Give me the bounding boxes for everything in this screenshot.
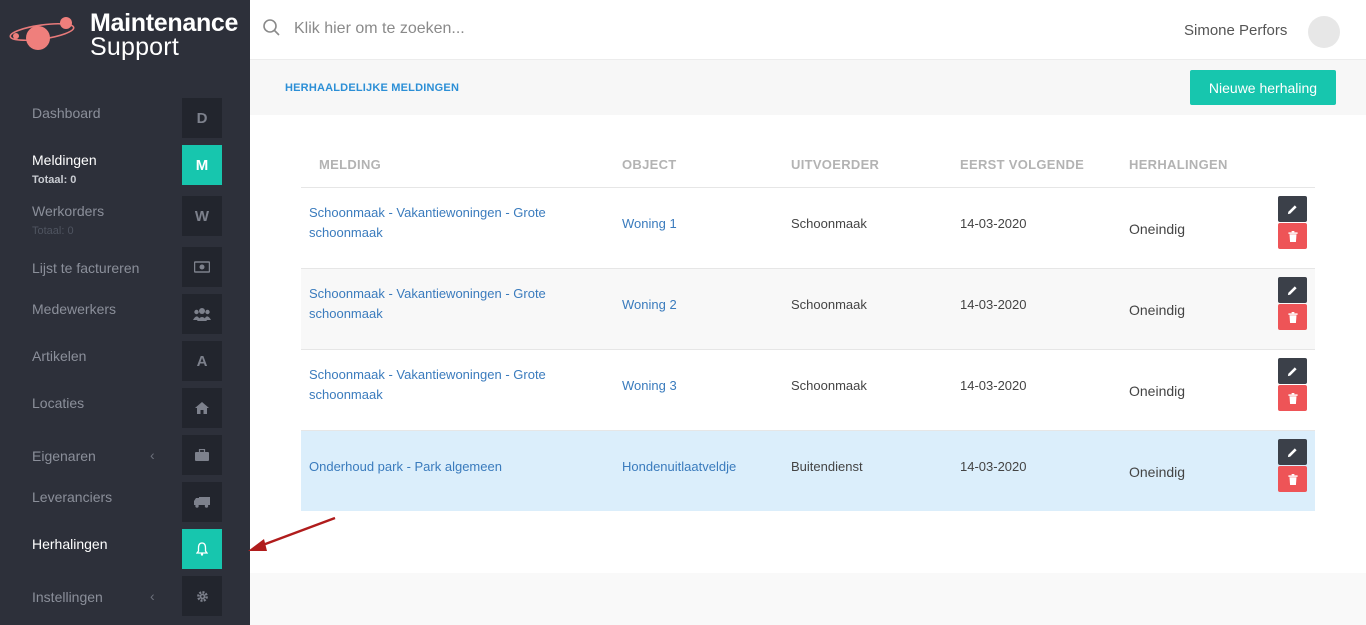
sidebar-item-label: Herhalingen xyxy=(32,536,108,552)
search-input[interactable] xyxy=(294,16,814,42)
logo-icon xyxy=(9,17,75,50)
pencil-icon xyxy=(1287,285,1297,295)
sidebar-item-leveranciers[interactable]: Leveranciers xyxy=(0,480,250,524)
pencil-icon xyxy=(1287,366,1297,376)
sidebar-item-meldingen[interactable]: Meldingen Totaal: 0 M xyxy=(0,143,250,187)
object-link[interactable]: Woning 1 xyxy=(622,216,677,231)
chevron-left-icon: ‹ xyxy=(150,588,155,604)
sidebar-item-label: Eigenaren xyxy=(32,448,96,464)
uitvoerder-value: Schoonmaak xyxy=(791,216,867,231)
object-link[interactable]: Woning 2 xyxy=(622,297,677,312)
column-header-melding[interactable]: MELDING xyxy=(319,157,381,172)
melding-link[interactable]: Schoonmaak - Vakantiewoningen - Grote xyxy=(309,367,546,382)
uitvoerder-value: Schoonmaak xyxy=(791,297,867,312)
annotation-arrow-icon xyxy=(248,516,336,551)
edit-button[interactable] xyxy=(1278,277,1307,303)
page-header: HERHAALDELIJKE MELDINGEN Nieuwe herhalin… xyxy=(250,60,1366,115)
melding-link-continued[interactable]: schoonmaak xyxy=(309,225,383,240)
pencil-icon xyxy=(1287,447,1297,457)
sidebar: Maintenance Support Dashboard D Meldinge… xyxy=(0,0,250,625)
briefcase-icon xyxy=(182,435,222,475)
delete-button[interactable] xyxy=(1278,466,1307,492)
sidebar-item-instellingen[interactable]: Instellingen ‹ xyxy=(0,574,250,618)
herhalingen-value: Oneindig xyxy=(1129,383,1186,399)
meldingen-letter-icon: M xyxy=(182,145,222,185)
sidebar-item-count: Totaal: 0 xyxy=(32,225,74,237)
sidebar-item-label: Leveranciers xyxy=(32,489,113,505)
melding-link[interactable]: Onderhoud park - Park algemeen xyxy=(309,459,502,474)
edit-button[interactable] xyxy=(1278,196,1307,222)
table-row: Schoonmaak - Vakantiewoningen - Grote sc… xyxy=(301,187,1315,268)
users-icon xyxy=(182,294,222,334)
artikelen-letter-icon: A xyxy=(182,341,222,381)
user-name[interactable]: Simone Perfors xyxy=(1184,22,1287,39)
object-link[interactable]: Hondenuitlaatveldje xyxy=(622,459,736,474)
home-icon xyxy=(182,388,222,428)
herhalingen-value: Oneindig xyxy=(1129,221,1186,237)
trash-icon xyxy=(1287,392,1298,404)
uitvoerder-value: Buitendienst xyxy=(791,459,863,474)
date-value: 14-03-2020 xyxy=(960,297,1027,312)
gear-icon xyxy=(182,576,222,616)
object-link[interactable]: Woning 3 xyxy=(622,378,677,393)
delete-button[interactable] xyxy=(1278,385,1307,411)
sidebar-item-werkorders[interactable]: Werkorders Totaal: 0 W xyxy=(0,194,250,238)
table-row: Schoonmaak - Vakantiewoningen - Grote sc… xyxy=(301,268,1315,349)
logo-subtitle: Support xyxy=(90,33,179,61)
sidebar-item-label: Werkorders xyxy=(32,203,105,219)
herhalingen-value: Oneindig xyxy=(1129,464,1186,480)
column-header-eerst-volgende[interactable]: EERST VOLGENDE xyxy=(960,157,1084,172)
date-value: 14-03-2020 xyxy=(960,216,1027,231)
herhalingen-value: Oneindig xyxy=(1129,302,1186,318)
trash-icon xyxy=(1287,311,1298,323)
table-row-selected: Onderhoud park - Park algemeen Hondenuit… xyxy=(301,430,1315,511)
trash-icon xyxy=(1287,473,1298,485)
top-bar: Simone Perfors xyxy=(250,0,1366,60)
page-title: HERHAALDELIJKE MELDINGEN xyxy=(285,82,460,94)
table-row: Schoonmaak - Vakantiewoningen - Grote sc… xyxy=(301,349,1315,430)
edit-button[interactable] xyxy=(1278,439,1307,465)
pencil-icon xyxy=(1287,204,1297,214)
column-header-herhalingen[interactable]: HERHALINGEN xyxy=(1129,157,1228,172)
sidebar-item-label: Lijst te factureren xyxy=(32,260,140,276)
bell-icon xyxy=(182,529,222,569)
column-header-object[interactable]: OBJECT xyxy=(622,157,677,172)
app-logo[interactable]: Maintenance Support xyxy=(8,6,248,62)
sidebar-item-locaties[interactable]: Locaties xyxy=(0,386,250,430)
date-value: 14-03-2020 xyxy=(960,459,1027,474)
melding-link-continued[interactable]: schoonmaak xyxy=(309,387,383,402)
sidebar-item-herhalingen[interactable]: Herhalingen xyxy=(0,527,250,571)
new-repetition-button[interactable]: Nieuwe herhaling xyxy=(1190,70,1336,105)
sidebar-item-medewerkers[interactable]: Medewerkers xyxy=(0,292,250,336)
search-icon[interactable] xyxy=(262,18,282,38)
edit-button[interactable] xyxy=(1278,358,1307,384)
sidebar-item-count: Totaal: 0 xyxy=(32,174,77,186)
melding-link[interactable]: Schoonmaak - Vakantiewoningen - Grote xyxy=(309,286,546,301)
column-header-uitvoerder[interactable]: UITVOERDER xyxy=(791,157,879,172)
sidebar-item-artikelen[interactable]: Artikelen A xyxy=(0,339,250,383)
avatar[interactable] xyxy=(1308,16,1340,48)
sidebar-item-label: Locaties xyxy=(32,395,85,411)
date-value: 14-03-2020 xyxy=(960,378,1027,393)
trash-icon xyxy=(1287,230,1298,242)
sidebar-item-label: Medewerkers xyxy=(32,301,117,317)
melding-link[interactable]: Schoonmaak - Vakantiewoningen - Grote xyxy=(309,205,546,220)
delete-button[interactable] xyxy=(1278,304,1307,330)
uitvoerder-value: Schoonmaak xyxy=(791,378,867,393)
truck-icon xyxy=(182,482,222,522)
melding-link-continued[interactable]: schoonmaak xyxy=(309,306,383,321)
werkorders-letter-icon: W xyxy=(182,196,222,236)
money-icon xyxy=(182,247,222,287)
sidebar-item-lijst-te-factureren[interactable]: Lijst te factureren xyxy=(0,245,250,289)
dashboard-letter-icon: D xyxy=(182,98,222,138)
sidebar-item-label: Meldingen xyxy=(32,152,97,168)
repetitions-table: MELDING OBJECT UITVOERDER EERST VOLGENDE… xyxy=(250,115,1366,573)
delete-button[interactable] xyxy=(1278,223,1307,249)
sidebar-item-label: Dashboard xyxy=(32,105,101,121)
sidebar-item-dashboard[interactable]: Dashboard D xyxy=(0,96,250,140)
sidebar-item-label: Artikelen xyxy=(32,348,87,364)
chevron-left-icon: ‹ xyxy=(150,447,155,463)
sidebar-item-eigenaren[interactable]: Eigenaren ‹ xyxy=(0,433,250,477)
sidebar-item-label: Instellingen xyxy=(32,589,103,605)
